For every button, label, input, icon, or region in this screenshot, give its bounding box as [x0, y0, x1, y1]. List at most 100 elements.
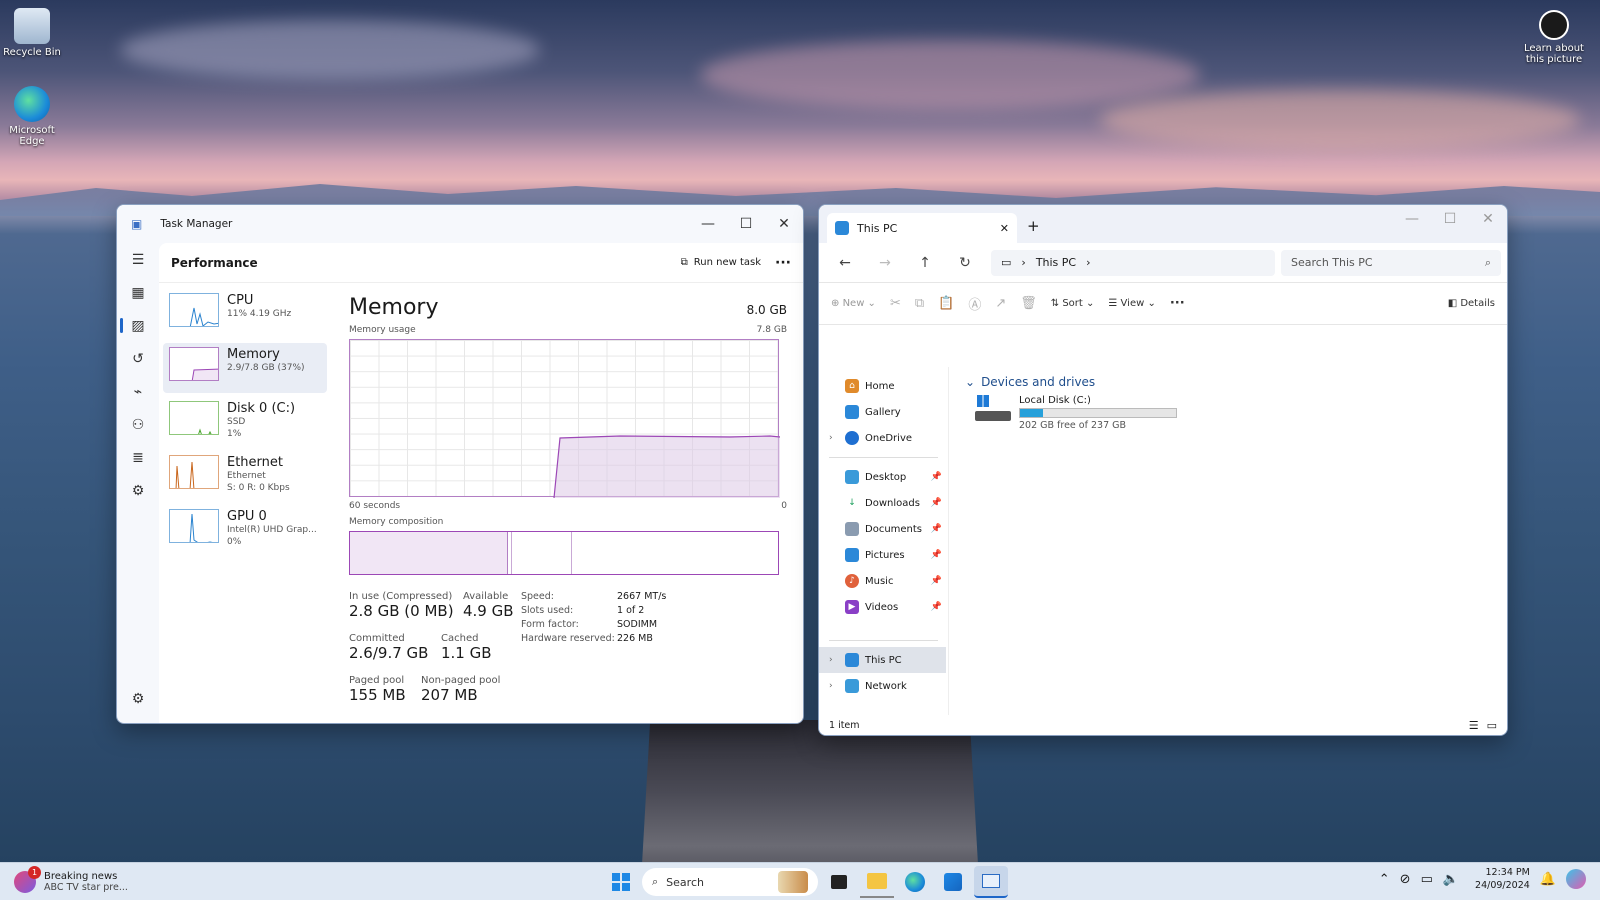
resource-item-memory[interactable]: Memory 2.9/7.8 GB (37%)	[163, 343, 327, 393]
view-button[interactable]: ☰ View ⌄	[1108, 298, 1155, 309]
details-icon[interactable]: ≣	[117, 441, 159, 474]
resource-item-disk[interactable]: Disk 0 (C:) SSD 1%	[163, 397, 327, 447]
memory-usage-line	[553, 435, 780, 498]
chevron-right-icon[interactable]: ›	[829, 655, 833, 665]
resource-item-cpu[interactable]: CPU 11% 4.19 GHz	[163, 289, 327, 339]
sidebar-item-desktop[interactable]: Desktop 📌	[819, 464, 948, 490]
chevron-right-icon[interactable]: ›	[1086, 256, 1090, 269]
title-bar[interactable]: ▣ Task Manager — ☐ ✕	[117, 205, 803, 243]
sidebar-item-documents[interactable]: Documents 📌	[819, 516, 948, 542]
resource-list: CPU 11% 4.19 GHz Memory 2.9/7.8 GB (37%)…	[159, 283, 331, 723]
camera-icon	[1539, 10, 1569, 40]
maximize-button[interactable]: ☐	[727, 210, 765, 238]
start-button[interactable]	[604, 866, 638, 898]
file-explorer-icon[interactable]	[860, 866, 894, 898]
tiles-view-icon[interactable]: ▭	[1487, 719, 1497, 732]
more-options-button[interactable]: ···	[775, 255, 791, 271]
search-input[interactable]: Search This PC ⌕	[1281, 249, 1501, 276]
run-new-task-button[interactable]: ⧉ Run new task	[681, 257, 761, 268]
sort-button[interactable]: ⇅ Sort ⌄	[1051, 298, 1095, 309]
sidebar-item-this-pc[interactable]: › This PC	[819, 647, 946, 673]
group-header-devices[interactable]: ⌄ Devices and drives	[965, 375, 1497, 389]
volume-icon[interactable]: 🔈	[1443, 872, 1459, 887]
hamburger-menu-icon[interactable]: ☰	[117, 243, 159, 276]
maximize-button[interactable]: ☐	[1431, 205, 1469, 233]
chevron-right-icon[interactable]: ›	[829, 433, 833, 443]
close-button[interactable]: ✕	[1469, 205, 1507, 233]
stat-label: In use (Compressed)	[349, 591, 453, 602]
settings-icon[interactable]: ⚙	[117, 682, 159, 715]
pin-icon: 📌	[930, 498, 942, 508]
paste-icon[interactable]: 📋	[938, 296, 954, 311]
resource-sub: 2.9/7.8 GB (37%)	[227, 363, 305, 373]
resource-item-ethernet[interactable]: Ethernet Ethernet S: 0 R: 0 Kbps	[163, 451, 327, 501]
copy-icon[interactable]: ⧉	[915, 296, 924, 311]
store-icon[interactable]	[936, 866, 970, 898]
users-icon[interactable]: ⚇	[117, 408, 159, 441]
startup-apps-icon[interactable]: ⌁	[117, 375, 159, 408]
sidebar-item-onedrive[interactable]: › OneDrive	[819, 425, 948, 451]
close-button[interactable]: ✕	[765, 210, 803, 238]
desktop-icon	[845, 470, 859, 484]
monitor-icon[interactable]: ▭	[1421, 872, 1433, 887]
delete-icon[interactable]: 🗑	[1020, 296, 1037, 311]
resource-item-gpu[interactable]: GPU 0 Intel(R) UHD Grap... 0%	[163, 505, 327, 555]
sidebar-item-gallery[interactable]: Gallery	[819, 399, 948, 425]
resource-name: Disk 0 (C:)	[227, 401, 296, 416]
details-view-icon[interactable]: ☰	[1469, 719, 1479, 732]
sidebar-item-home[interactable]: ⌂ Home	[819, 373, 948, 399]
desktop-icon-edge[interactable]: Microsoft Edge	[0, 86, 64, 147]
sidebar-item-pictures[interactable]: Pictures 📌	[819, 542, 948, 568]
tab-this-pc[interactable]: This PC ✕	[827, 213, 1017, 243]
services-icon[interactable]: ⚙	[117, 474, 159, 507]
sidebar-item-downloads[interactable]: ↓ Downloads 📌	[819, 490, 948, 516]
processes-icon[interactable]: ▦	[117, 276, 159, 309]
minimize-button[interactable]: —	[1393, 205, 1431, 233]
cpu-sparkline	[189, 307, 218, 326]
news-widget[interactable]: 1 Breaking news ABC TV star pre...	[14, 865, 234, 893]
performance-icon[interactable]: ▨	[117, 309, 159, 342]
drive-item-c[interactable]: Local Disk (C:) 202 GB free of 237 GB	[975, 395, 1497, 431]
app-history-icon[interactable]: ↺	[117, 342, 159, 375]
rename-icon[interactable]: Ⓐ	[968, 294, 981, 313]
notification-bell-icon[interactable]: 🔔	[1540, 872, 1556, 887]
details-button[interactable]: ◧ Details	[1448, 298, 1495, 309]
share-icon[interactable]: ↗	[995, 296, 1006, 311]
sidebar-item-videos[interactable]: ▶ Videos 📌	[819, 594, 948, 620]
resource-name: CPU	[227, 293, 254, 308]
taskbar-search[interactable]: ⌕ Search	[642, 868, 818, 896]
new-button[interactable]: ⊕ New ⌄	[831, 298, 876, 309]
minimize-button[interactable]: —	[689, 210, 727, 238]
refresh-icon[interactable]: ↻	[945, 248, 985, 278]
this-pc-icon	[845, 653, 859, 667]
forward-arrow-icon[interactable]: →	[865, 248, 905, 278]
task-manager-icon[interactable]	[974, 866, 1008, 898]
stat-label: Non-paged pool	[421, 675, 501, 686]
sidebar-item-music[interactable]: ♪ Music 📌	[819, 568, 948, 594]
pin-icon: 📌	[930, 472, 942, 482]
more-options-button[interactable]: ···	[1170, 296, 1185, 311]
chevron-right-icon[interactable]: ›	[829, 681, 833, 691]
back-arrow-icon[interactable]: ←	[825, 248, 865, 278]
task-view-icon[interactable]	[822, 866, 856, 898]
breadcrumb-this-pc[interactable]: This PC	[1036, 256, 1076, 269]
up-arrow-icon[interactable]: ↑	[905, 248, 945, 278]
network-icon	[845, 679, 859, 693]
address-bar[interactable]: ▭ › This PC ›	[991, 249, 1275, 276]
window-title: Task Manager	[160, 218, 233, 230]
edge-icon[interactable]	[898, 866, 932, 898]
clock[interactable]: 12:34 PM 24/09/2024	[1475, 866, 1530, 892]
desktop-icon-recycle-bin[interactable]: Recycle Bin	[0, 8, 64, 58]
drive-name: Local Disk (C:)	[1019, 395, 1091, 406]
spotlight-button[interactable]: Learn about this picture	[1518, 10, 1590, 65]
tab-close-icon[interactable]: ✕	[1000, 222, 1009, 235]
no-network-icon[interactable]: ⊘	[1400, 872, 1411, 887]
news-title: Breaking news	[44, 870, 118, 882]
new-tab-button[interactable]: +	[1027, 217, 1040, 235]
chevron-up-icon[interactable]: ⌃	[1379, 872, 1390, 887]
search-icon: ⌕	[652, 875, 659, 888]
spec-value: 1 of 2	[617, 605, 645, 616]
cut-icon[interactable]: ✂	[890, 296, 901, 311]
copilot-icon[interactable]	[1566, 869, 1586, 889]
sidebar-item-network[interactable]: › Network	[819, 673, 948, 699]
